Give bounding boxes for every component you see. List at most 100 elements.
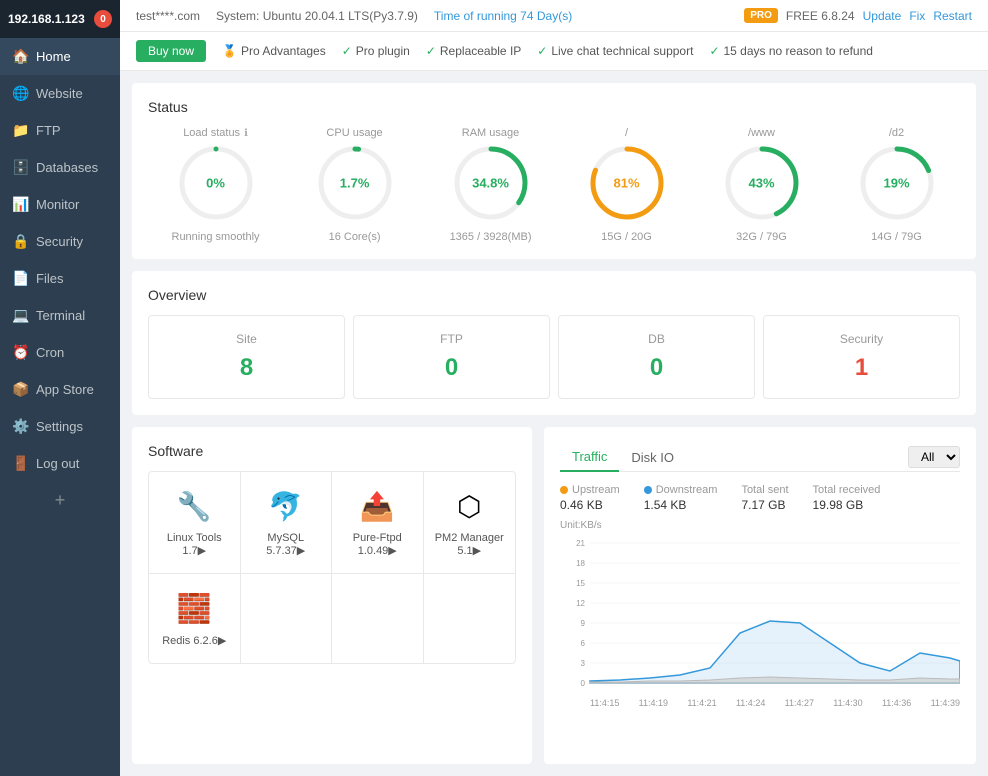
- notification-badge: 0: [94, 10, 112, 28]
- overview-label: DB: [575, 332, 738, 346]
- sidebar-icon: 📄: [12, 270, 28, 287]
- sidebar-item-app-store[interactable]: 📦App Store: [0, 371, 120, 408]
- software-icon: 🧱: [157, 590, 232, 626]
- gauge-value: 34.8%: [472, 176, 509, 191]
- overview-item-site[interactable]: Site 8: [148, 315, 345, 399]
- topbar: test****.com System: Ubuntu 20.04.1 LTS(…: [120, 0, 988, 32]
- status-card: Status Load status ℹ 0% Running smoothly…: [132, 83, 976, 259]
- sidebar-label: Settings: [36, 419, 83, 434]
- overview-card: Overview Site 8 FTP 0 DB 0 Security 1: [132, 271, 976, 415]
- downstream-value: 1.54 KB: [644, 498, 718, 512]
- sidebar-item-log-out[interactable]: 🚪Log out: [0, 445, 120, 482]
- tab-traffic[interactable]: Traffic: [560, 443, 619, 472]
- sidebar-item-databases[interactable]: 🗄️ Databases: [0, 149, 120, 186]
- sidebar-item-cron[interactable]: ⏰Cron: [0, 334, 120, 371]
- sidebar-item-home[interactable]: 🏠Home: [0, 38, 120, 75]
- software-icon: 🔧: [157, 488, 232, 524]
- uptime-label: Time of running 74 Day(s): [434, 9, 572, 23]
- system-label: System: Ubuntu 20.04.1 LTS(Py3.7.9): [216, 9, 418, 23]
- software-name: Linux Tools 1.7▶: [157, 532, 232, 557]
- gauge-value: 43%: [748, 176, 774, 191]
- gauge-value: 19%: [883, 176, 909, 191]
- overview-value: 0: [575, 354, 738, 382]
- status-gauge-www: /www 43% 32G / 79G: [722, 127, 802, 243]
- info-icon: ℹ: [244, 128, 248, 139]
- overview-item-db[interactable]: DB 0: [558, 315, 755, 399]
- overview-item-ftp[interactable]: FTP 0: [353, 315, 550, 399]
- gauge-label: /d2: [889, 127, 904, 139]
- sidebar-item-files[interactable]: 📄 Files: [0, 260, 120, 297]
- sidebar-icon: 🌐: [12, 85, 28, 102]
- software-item-3[interactable]: ⬡ PM2 Manager 5.1▶: [424, 472, 516, 574]
- software-item-0[interactable]: 🔧 Linux Tools 1.7▶: [149, 472, 241, 574]
- sidebar-item-terminal[interactable]: 💻Terminal: [0, 297, 120, 334]
- traffic-select[interactable]: All: [908, 446, 960, 468]
- software-item-1[interactable]: 🐬 MySQL 5.7.37▶: [241, 472, 333, 574]
- promo-ip: ✓Replaceable IP: [426, 44, 521, 58]
- total-received-value: 19.98 GB: [813, 498, 881, 512]
- sidebar-icon: 💻: [12, 307, 28, 324]
- sidebar-icon: ⏰: [12, 344, 28, 361]
- gauge-label: /: [625, 127, 628, 139]
- gauge-sublabel: 16 Core(s): [329, 231, 381, 243]
- restart-button[interactable]: Restart: [933, 9, 972, 23]
- main-content: test****.com System: Ubuntu 20.04.1 LTS(…: [120, 0, 988, 776]
- sidebar-label: Home: [36, 49, 71, 64]
- software-item-empty: [241, 574, 333, 663]
- overview-label: FTP: [370, 332, 533, 346]
- overview-value: 8: [165, 354, 328, 382]
- traffic-card: Traffic Disk IO All Upstream 0.46 KB Dow…: [544, 427, 976, 764]
- chart-unit-label: Unit:KB/s: [560, 520, 960, 531]
- gauge-value: 81%: [613, 176, 639, 191]
- gauge-sublabel: 15G / 20G: [601, 231, 652, 243]
- sidebar-item-settings[interactable]: ⚙️Settings: [0, 408, 120, 445]
- gauge-sublabel: 32G / 79G: [736, 231, 787, 243]
- svg-text:6: 6: [581, 639, 586, 648]
- gauge-value: 0%: [206, 176, 225, 191]
- overview-value: 1: [780, 354, 943, 382]
- sidebar-header: 192.168.1.123 0: [0, 0, 120, 38]
- total-sent-value: 7.17 GB: [741, 498, 788, 512]
- sidebar-icon: 📁: [12, 122, 28, 139]
- add-button[interactable]: +: [0, 482, 120, 519]
- software-item-4[interactable]: 🧱 Redis 6.2.6▶: [149, 574, 241, 663]
- status-gauge-RAM usage: RAM usage 34.8% 1365 / 3928(MB): [450, 127, 532, 243]
- gauge-wrap: 0%: [176, 143, 256, 223]
- overview-label: Security: [780, 332, 943, 346]
- svg-text:15: 15: [576, 579, 585, 588]
- fix-button[interactable]: Fix: [909, 9, 925, 23]
- overview-item-security[interactable]: Security 1: [763, 315, 960, 399]
- downstream-dot: [644, 486, 652, 494]
- status-gauge-: / 81% 15G / 20G: [587, 127, 667, 243]
- software-title: Software: [148, 443, 516, 459]
- sidebar-label: FTP: [36, 123, 61, 138]
- sidebar-item-website[interactable]: 🌐Website: [0, 75, 120, 112]
- sidebar-item-monitor[interactable]: 📊Monitor: [0, 186, 120, 223]
- sidebar-label: Files: [36, 271, 63, 286]
- software-icon: 📤: [340, 488, 415, 524]
- sidebar-icon: 🗄️: [12, 159, 28, 176]
- user-label: test****.com: [136, 9, 200, 23]
- gauge-label: CPU usage: [326, 127, 382, 139]
- sidebar-item-security[interactable]: 🔒Security: [0, 223, 120, 260]
- status-grid: Load status ℹ 0% Running smoothly CPU us…: [148, 127, 960, 243]
- sidebar-label: Databases: [36, 160, 98, 175]
- tab-diskio[interactable]: Disk IO: [619, 444, 686, 471]
- overview-title: Overview: [148, 287, 960, 303]
- gauge-wrap: 34.8%: [451, 143, 531, 223]
- gauge-label: Load status ℹ: [183, 127, 248, 139]
- software-name: PM2 Manager 5.1▶: [432, 532, 508, 557]
- sidebar-item-ftp[interactable]: 📁 FTP: [0, 112, 120, 149]
- software-grid: 🔧 Linux Tools 1.7▶ 🐬 MySQL 5.7.37▶ 📤 Pur…: [148, 471, 516, 664]
- overview-label: Site: [165, 332, 328, 346]
- pro-badge: PRO: [744, 8, 778, 23]
- traffic-stats: Upstream 0.46 KB Downstream 1.54 KB Tota…: [560, 484, 960, 512]
- sidebar-icon: 📊: [12, 196, 28, 213]
- promo-refund: ✓15 days no reason to refund: [709, 44, 873, 58]
- update-button[interactable]: Update: [863, 9, 902, 23]
- overview-value: 0: [370, 354, 533, 382]
- software-item-2[interactable]: 📤 Pure-Ftpd 1.0.49▶: [332, 472, 424, 574]
- buy-now-button[interactable]: Buy now: [136, 40, 206, 62]
- sidebar-icon: 🚪: [12, 455, 28, 472]
- gauge-wrap: 19%: [857, 143, 937, 223]
